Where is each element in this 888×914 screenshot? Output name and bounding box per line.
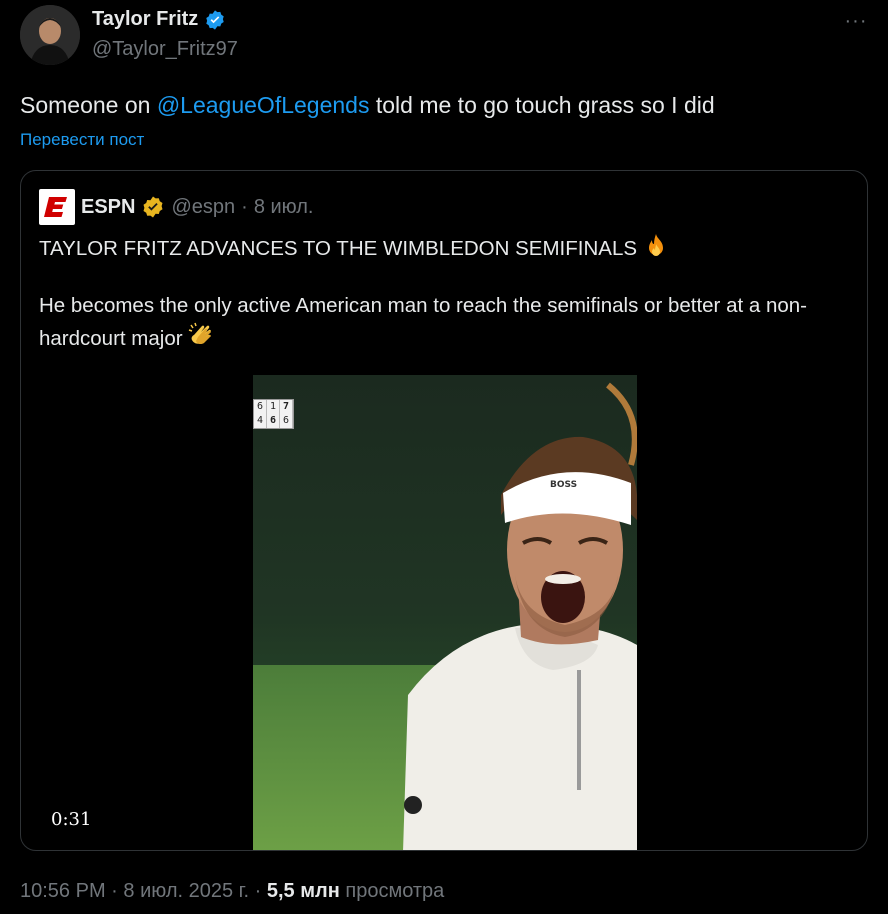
verified-badge-icon [206, 9, 225, 30]
post-time[interactable]: 10:56 PM [20, 880, 106, 902]
author-name-row[interactable]: Taylor Fritz [92, 8, 226, 31]
quoted-author-handle[interactable]: @espn [171, 196, 235, 219]
score-cell: 6 [254, 400, 267, 414]
video-frame: BOSS [253, 375, 637, 850]
headband-text: BOSS [550, 480, 577, 490]
post-date[interactable]: 8 июл. 2025 г. [123, 880, 249, 902]
translate-post-link[interactable]: Перевести пост [20, 130, 144, 150]
quoted-author-name[interactable]: ESPN [81, 196, 135, 219]
clapping-hands-emoji-icon [189, 322, 212, 345]
quoted-separator: · [241, 195, 248, 218]
meta-separator: · [254, 880, 262, 902]
author-name[interactable]: Taylor Fritz [92, 8, 198, 31]
tweet-text-before: Someone on [20, 92, 157, 118]
author-avatar[interactable] [20, 5, 80, 65]
views-count: 5,5 млн [266, 880, 340, 902]
tweet-text-after: told me to go touch grass so I did [369, 92, 715, 118]
tweet-text: Someone on @LeagueOfLegends told me to g… [20, 90, 715, 120]
avatar-photo [20, 5, 80, 65]
quoted-body-row: He becomes the only active American man … [39, 291, 859, 354]
score-cell: 4 [254, 414, 267, 428]
views-label: просмотра [345, 880, 445, 902]
post-meta: 10:56 PM · 8 июл. 2025 г. · 5,5 млн прос… [20, 880, 444, 903]
gold-verified-badge-icon [143, 196, 163, 218]
author-handle[interactable]: @Taylor_Fritz97 [92, 38, 238, 61]
score-cell: 7 [280, 400, 293, 414]
score-cell: 6 [267, 414, 280, 428]
score-cell: 1 [267, 400, 280, 414]
espn-e-logo [44, 197, 67, 217]
score-cell: 6 [280, 414, 293, 428]
fire-emoji-icon [648, 234, 663, 256]
quoted-headline: TAYLOR FRITZ ADVANCES TO THE WIMBLEDON S… [39, 237, 638, 260]
quoted-body: He becomes the only active American man … [39, 294, 807, 350]
video-duration: 0:31 [51, 809, 92, 830]
quoted-headline-row: TAYLOR FRITZ ADVANCES TO THE WIMBLEDON S… [39, 233, 669, 263]
more-options-icon[interactable]: ··· [844, 10, 868, 32]
mention-link[interactable]: @LeagueOfLegends [157, 92, 370, 118]
video-player[interactable]: BOSS 6 1 7 4 6 6 [253, 375, 637, 850]
quoted-tweet-card[interactable]: ESPN @espn · 8 июл. TAYLOR FRITZ ADVANCE… [20, 170, 868, 851]
meta-separator: · [111, 880, 118, 902]
quoted-date[interactable]: 8 июл. [254, 196, 314, 219]
scoreboard: 6 1 7 4 6 6 [253, 399, 294, 429]
espn-logo-icon[interactable] [39, 189, 75, 225]
quoted-tweet-header: ESPN @espn · 8 июл. [39, 189, 313, 225]
